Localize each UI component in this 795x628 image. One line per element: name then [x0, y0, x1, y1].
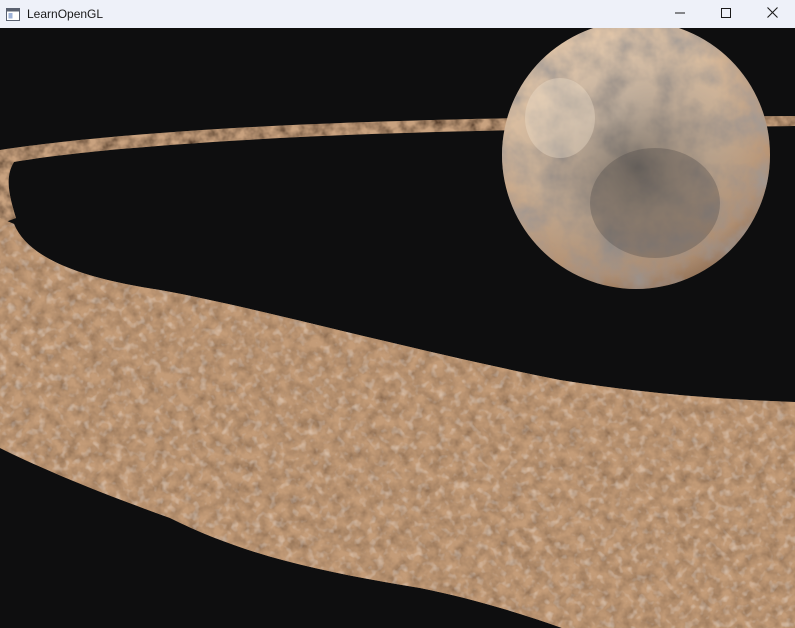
close-button[interactable]	[749, 0, 795, 28]
maximize-button[interactable]	[703, 0, 749, 28]
minimize-button[interactable]	[657, 0, 703, 28]
close-icon	[766, 5, 778, 23]
window-controls	[657, 0, 795, 28]
opengl-viewport[interactable]	[0, 28, 795, 628]
app-window-icon	[5, 6, 21, 22]
window-title: LearnOpenGL	[27, 7, 104, 21]
scene-canvas	[0, 28, 795, 628]
maximize-icon	[721, 5, 731, 23]
minimize-icon	[675, 5, 685, 23]
planet	[502, 28, 770, 289]
app-window: LearnOpenGL	[0, 0, 795, 628]
title-bar[interactable]: LearnOpenGL	[0, 0, 795, 28]
